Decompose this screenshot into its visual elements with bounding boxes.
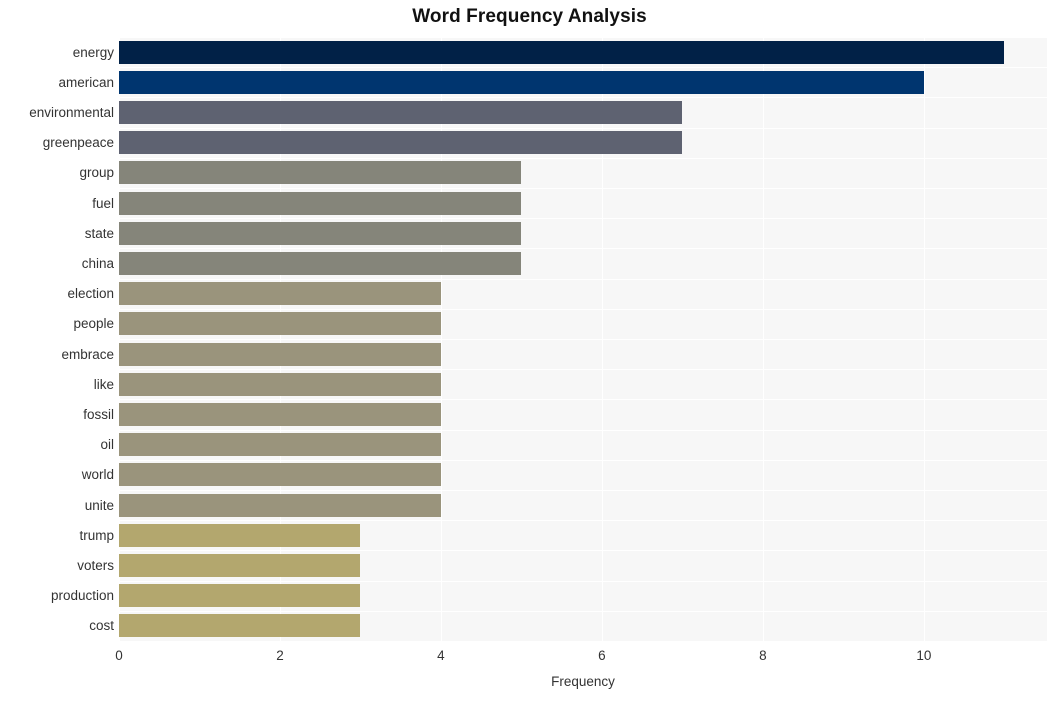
bar[interactable] — [119, 101, 682, 124]
bar[interactable] — [119, 524, 360, 547]
chart-figure: Word Frequency Analysis energy american en… — [0, 0, 1059, 701]
y-axis-tick-label: state — [84, 226, 114, 241]
x-axis-tick-label: 0 — [115, 648, 123, 663]
bar[interactable] — [119, 222, 521, 245]
y-axis-tick-label: trump — [79, 528, 114, 543]
y-axis-tick-label: cost — [89, 618, 114, 633]
bar[interactable] — [119, 282, 441, 305]
horizontal-gridline — [119, 309, 1047, 310]
y-axis-tick-label: group — [79, 165, 114, 180]
horizontal-gridline — [119, 158, 1047, 159]
horizontal-gridline — [119, 581, 1047, 582]
plot-area — [119, 37, 1047, 641]
y-axis-tick-label: voters — [77, 558, 114, 573]
bar[interactable] — [119, 71, 924, 94]
bar[interactable] — [119, 403, 441, 426]
y-axis-tick-label: like — [93, 377, 114, 392]
horizontal-gridline — [119, 490, 1047, 491]
horizontal-gridline — [119, 248, 1047, 249]
bar[interactable] — [119, 343, 441, 366]
horizontal-gridline — [119, 188, 1047, 189]
horizontal-gridline — [119, 520, 1047, 521]
y-axis-tick-label: fossil — [83, 407, 114, 422]
y-axis-tick-labels: energy american environmental greenpeace gro… — [0, 37, 114, 641]
horizontal-gridline — [119, 430, 1047, 431]
y-axis-tick-label: unite — [84, 498, 114, 513]
y-axis-tick-label: china — [81, 256, 114, 271]
y-axis-tick-label: energy — [72, 45, 114, 60]
y-axis-tick-label: greenpeace — [42, 135, 114, 150]
bar[interactable] — [119, 41, 1004, 64]
x-axis-tick-label: 10 — [916, 648, 932, 663]
x-axis-tick-label: 8 — [759, 648, 767, 663]
horizontal-gridline — [119, 611, 1047, 612]
horizontal-gridline — [119, 218, 1047, 219]
bar[interactable] — [119, 252, 521, 275]
bar[interactable] — [119, 584, 360, 607]
y-axis-tick-label: people — [73, 316, 114, 331]
horizontal-gridline — [119, 399, 1047, 400]
bar[interactable] — [119, 554, 360, 577]
horizontal-gridline — [119, 279, 1047, 280]
bar[interactable] — [119, 312, 441, 335]
bar[interactable] — [119, 494, 441, 517]
x-axis-tick-label: 4 — [437, 648, 445, 663]
horizontal-gridline — [119, 369, 1047, 370]
x-axis-title: Frequency — [551, 674, 615, 689]
x-axis-tick-labels: 0 2 4 6 8 10 — [0, 648, 1059, 668]
y-axis-tick-label: oil — [100, 437, 114, 452]
y-axis-tick-label: embrace — [61, 347, 114, 362]
y-axis-tick-label: american — [58, 75, 114, 90]
horizontal-gridline — [119, 37, 1047, 38]
horizontal-gridline — [119, 97, 1047, 98]
chart-title: Word Frequency Analysis — [412, 6, 647, 27]
y-axis-tick-label: election — [67, 286, 114, 301]
y-axis-tick-label: fuel — [92, 196, 114, 211]
x-axis-tick-label: 6 — [598, 648, 606, 663]
bar[interactable] — [119, 192, 521, 215]
y-axis-tick-label: world — [81, 467, 114, 482]
bar[interactable] — [119, 463, 441, 486]
horizontal-gridline — [119, 67, 1047, 68]
horizontal-gridline — [119, 128, 1047, 129]
x-axis-tick-label: 2 — [276, 648, 284, 663]
y-axis-tick-label: environmental — [29, 105, 114, 120]
horizontal-gridline — [119, 550, 1047, 551]
horizontal-gridline — [119, 339, 1047, 340]
horizontal-gridline — [119, 460, 1047, 461]
y-axis-tick-label: production — [50, 588, 114, 603]
bar[interactable] — [119, 373, 441, 396]
bar[interactable] — [119, 161, 521, 184]
bar[interactable] — [119, 433, 441, 456]
bar[interactable] — [119, 614, 360, 637]
bar[interactable] — [119, 131, 682, 154]
